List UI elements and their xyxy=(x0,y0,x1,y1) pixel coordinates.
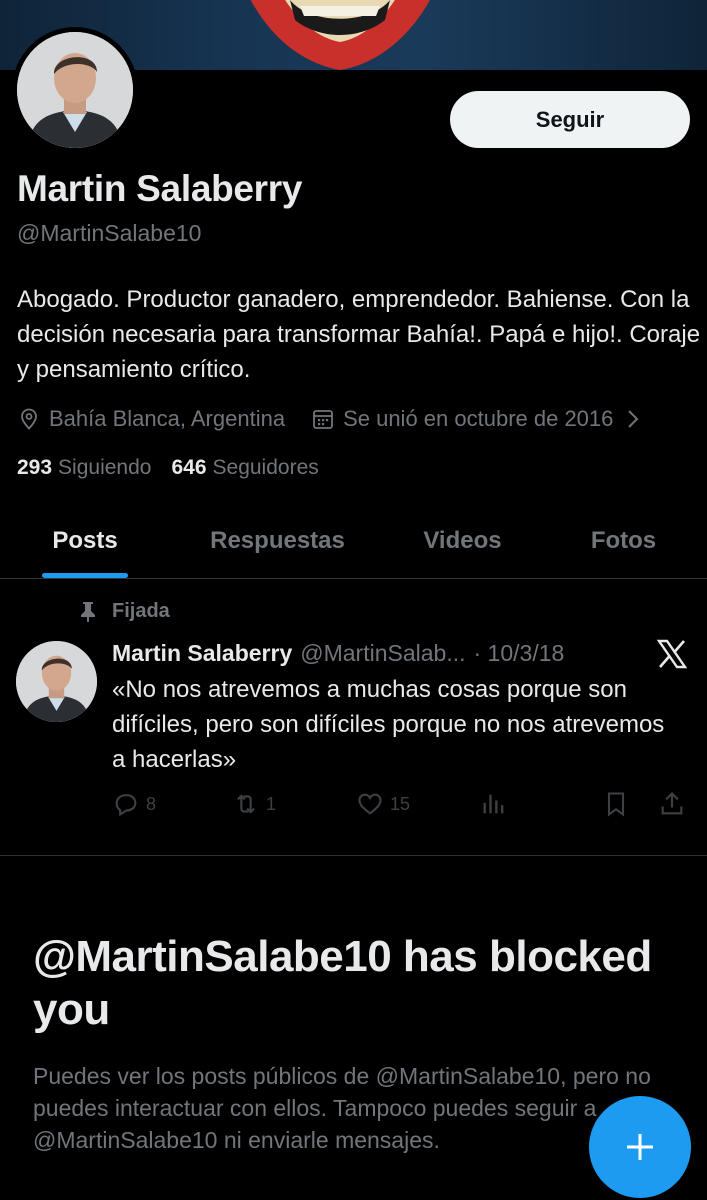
views-button[interactable] xyxy=(480,790,508,818)
location-icon xyxy=(21,408,37,430)
blocked-title: @MartinSalabe10 has blocked you xyxy=(33,932,652,1034)
reply-count: 8 xyxy=(146,793,157,814)
followers-label: Seguidores xyxy=(212,456,319,479)
profile-joined[interactable]: Se unió en octubre de 2016 xyxy=(343,406,613,432)
profile-avatar[interactable] xyxy=(12,27,138,153)
calendar-icon xyxy=(313,410,333,429)
reply-icon xyxy=(115,794,137,817)
like-icon xyxy=(358,793,382,815)
pin-icon xyxy=(81,601,95,622)
profile-location: Bahía Blanca, Argentina xyxy=(49,406,286,431)
tweet-actions: 8 1 15 xyxy=(112,790,692,820)
following-count: 293 xyxy=(17,456,53,479)
blocked-message: Puedes ver los posts públicos de @Martin… xyxy=(33,1063,651,1153)
repost-button[interactable]: 1 xyxy=(232,790,276,818)
banner-image xyxy=(250,0,430,70)
like-count: 15 xyxy=(390,793,411,814)
repost-icon xyxy=(237,794,255,814)
plus-icon xyxy=(627,1134,653,1160)
tweet-avatar[interactable] xyxy=(16,641,97,722)
repost-count: 1 xyxy=(266,793,277,814)
followers-count: 646 xyxy=(171,456,207,479)
following-link[interactable]: 293 Siguiendo xyxy=(17,456,151,480)
follow-button[interactable]: Seguir xyxy=(450,91,690,148)
tab-respuestas[interactable]: Respuestas xyxy=(170,505,385,577)
tweet-text: «No nos atrevemos a muchas cosas porque … xyxy=(112,676,665,773)
bookmark-icon xyxy=(607,792,625,817)
profile-tabs: Posts Respuestas Videos Fotos xyxy=(0,505,707,579)
pinned-label: Fijada xyxy=(112,600,170,622)
tab-posts[interactable]: Posts xyxy=(0,505,170,577)
profile-name: Martin Salaberry xyxy=(17,168,303,209)
following-label: Siguiendo xyxy=(58,456,152,479)
pinned-indicator: Fijada xyxy=(78,600,170,623)
followers-link[interactable]: 646 Seguidores xyxy=(171,456,318,480)
profile-handle: @MartinSalabe10 xyxy=(17,220,202,246)
tweet-avatar-photo xyxy=(16,641,97,722)
profile-meta: Bahía Blanca, Argentina Se unió en octub… xyxy=(17,404,653,434)
tweet-header: Martin Salaberry @MartinSalab... · 10/3/… xyxy=(112,636,564,670)
bookmark-button[interactable] xyxy=(602,790,630,818)
section-divider xyxy=(0,855,707,856)
tab-videos[interactable]: Videos xyxy=(385,505,540,577)
chevron-right-icon[interactable] xyxy=(621,407,645,431)
tweet-date[interactable]: · 10/3/18 xyxy=(474,640,565,667)
share-button[interactable] xyxy=(658,790,686,818)
views-icon xyxy=(483,794,504,814)
profile-stats: 293 Siguiendo 646 Seguidores xyxy=(17,456,319,480)
avatar-photo xyxy=(17,32,133,148)
x-logo-icon[interactable] xyxy=(656,638,688,670)
tweet-author-name[interactable]: Martin Salaberry xyxy=(112,640,292,667)
compose-button[interactable] xyxy=(589,1096,691,1198)
profile-bio: Abogado. Productor ganadero, emprendedor… xyxy=(17,286,701,383)
like-button[interactable]: 15 xyxy=(356,790,410,818)
tab-fotos[interactable]: Fotos xyxy=(540,505,707,577)
share-icon xyxy=(661,792,683,815)
reply-button[interactable]: 8 xyxy=(112,790,156,818)
tweet-author-handle[interactable]: @MartinSalab... xyxy=(300,640,465,667)
